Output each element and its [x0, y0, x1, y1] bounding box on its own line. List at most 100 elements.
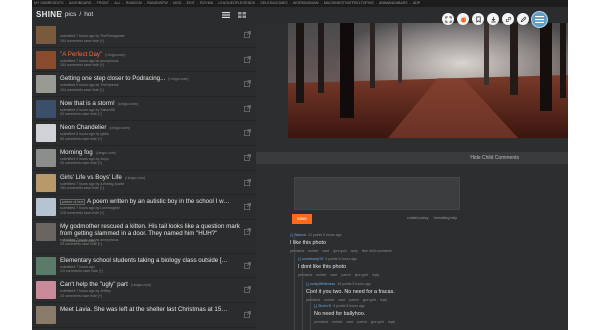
post-row[interactable]: My godmother rescued a kitten. His tail …	[32, 220, 256, 254]
external-link-icon[interactable]	[244, 286, 251, 294]
comment-action-permalink[interactable]: permalink	[314, 320, 328, 324]
post-actions[interactable]: 1/3 comments save hide [+]	[60, 269, 103, 273]
link-button[interactable]	[502, 13, 514, 25]
post-title[interactable]: Morning fog (i.imgur.com)	[60, 149, 230, 156]
external-link-icon[interactable]	[244, 261, 251, 269]
post-actions[interactable]: 53 comments save hide [+]	[60, 242, 102, 246]
post-title-text[interactable]: Now that is a storm!	[60, 100, 115, 107]
expand-button[interactable]	[442, 13, 454, 25]
post-thumbnail[interactable]	[36, 124, 56, 143]
external-link-icon[interactable]	[244, 154, 251, 161]
post-actions[interactable]: 194 comments save hide [+]	[60, 39, 104, 43]
post-thumbnail[interactable]	[36, 26, 56, 44]
comment-action-save[interactable]: save	[338, 298, 345, 302]
comment-action-reply[interactable]: reply	[351, 249, 358, 253]
post-title-text[interactable]: My godmother rescued a kitten. His tail …	[60, 223, 240, 237]
subreddit-bar-item[interactable]: LEAGUEOFLEGENDS	[218, 1, 255, 5]
post-row[interactable]: Meet Lavia. She was left at the shelter …	[32, 303, 256, 328]
post-row[interactable]: "A Perfect Day" (i.imgur.com) submitted 7 …	[32, 48, 256, 73]
post-actions[interactable]: 154 comments save hide [+]	[60, 88, 104, 92]
edit-button[interactable]	[517, 13, 529, 25]
comment-author[interactable]: [-] ShorLrD	[314, 304, 331, 308]
subreddit-bar-item[interactable]: ALL	[114, 1, 120, 5]
subreddit-bar-item[interactable]: WORKINGMAN	[293, 1, 319, 5]
breadcrumb-item-pics[interactable]: pics	[65, 11, 77, 18]
post-domain[interactable]: (i.imgur.com)	[125, 176, 145, 180]
post-actions[interactable]: 184 comments save hide [+]	[60, 186, 104, 190]
hide-child-comments-button[interactable]: Hide Child Comments	[256, 152, 568, 164]
post-row[interactable]: Morning fog (i.imgur.com) submitted 4 hour…	[32, 146, 256, 171]
post-actions[interactable]: 33 comments save hide [+]	[60, 161, 102, 165]
post-title-text[interactable]: Elementary school students taking a biol…	[60, 257, 230, 264]
post-actions[interactable]: 83 comments save hide [+]	[60, 137, 102, 141]
comment-action-save[interactable]: save	[330, 273, 337, 277]
post-thumbnail[interactable]	[36, 222, 56, 241]
post-title[interactable]: Getting one step closer to Podracing...(…	[60, 75, 230, 82]
external-link-icon[interactable]	[244, 129, 251, 137]
post-title-text[interactable]: Meet Lavia. She was left at the shelter …	[60, 306, 230, 313]
post-thumbnail[interactable]	[36, 198, 56, 217]
post-thumbnail[interactable]	[36, 256, 56, 275]
comment-action-reply[interactable]: reply	[372, 273, 379, 277]
subreddit-bar-item[interactable]: EDIT	[187, 1, 195, 5]
post-thumbnail[interactable]	[36, 173, 56, 192]
comment-author[interactable]: [-] Starlust	[290, 233, 306, 237]
subreddit-bar-item[interactable]: FRONT	[97, 1, 109, 5]
post-title-text[interactable]: Morning fog	[60, 149, 93, 156]
post-image[interactable]	[288, 23, 568, 138]
post-title[interactable]: "A Perfect Day" (i.imgur.com)	[60, 51, 230, 58]
post-title[interactable]: picture of text A poem written by an auti…	[60, 198, 230, 205]
post-domain[interactable]: (i.imgur.com)	[118, 102, 138, 106]
post-row[interactable]: Now that is a storm! (i.imgur.com) submitt…	[32, 97, 256, 122]
comment-action-give-gold[interactable]: give gold	[363, 298, 376, 302]
post-actions[interactable]: 218 comments save hide [+]	[60, 211, 104, 215]
comment-action-hide-child-comments[interactable]: hide child comments	[362, 249, 392, 253]
subreddit-bar-item[interactable]: ROYMA	[200, 1, 213, 5]
post-row[interactable]: Can't help the "ugly" part (i.imgur.com) s…	[32, 278, 256, 303]
post-thumbnail[interactable]	[36, 305, 56, 324]
post-actions[interactable]: 184 comments save hide [+]	[60, 63, 104, 67]
comment-action-save[interactable]: save	[322, 249, 329, 253]
external-link-icon[interactable]	[244, 311, 251, 318]
reply-textarea[interactable]	[294, 177, 460, 210]
comment-action-reply[interactable]: reply	[380, 298, 387, 302]
comment-action-permalink[interactable]: permalink	[306, 298, 320, 302]
download-button[interactable]	[487, 13, 499, 25]
comment-action-parent[interactable]: parent	[341, 273, 350, 277]
comment-action-embed[interactable]: embed	[308, 249, 318, 253]
comment-action-embed[interactable]: embed	[324, 298, 334, 302]
post-title-text[interactable]: Girls' Life vs Boys' Life	[60, 174, 122, 181]
menu-button[interactable]	[531, 11, 548, 28]
subreddit-bar-item[interactable]: MY SUBREDDITS	[34, 1, 64, 5]
reddit-button[interactable]	[457, 13, 469, 25]
save-button[interactable]: save	[292, 214, 312, 224]
comment-action-parent[interactable]: parent	[349, 298, 358, 302]
post-title[interactable]: Girls' Life vs Boys' Life (i.imgur.com)	[60, 174, 230, 181]
post-row[interactable]: Elementary school students taking a biol…	[32, 254, 256, 279]
content-policy-link[interactable]: content policy	[407, 216, 428, 220]
post-row[interactable]: Getting one step closer to Podracing...(…	[32, 72, 256, 97]
bookmark-button[interactable]	[472, 13, 484, 25]
post-title[interactable]: Meet Lavia. She was left at the shelter …	[60, 306, 230, 313]
external-link-icon[interactable]	[244, 203, 251, 211]
comment-action-give-gold[interactable]: give gold	[371, 320, 384, 324]
comment-action-embed[interactable]: embed	[332, 320, 342, 324]
subreddit-bar-item[interactable]: ANIMANDABASS	[379, 1, 408, 5]
post-title[interactable]: Neon Chandelier (i.imgur.com)	[60, 124, 230, 131]
formatting-help-link[interactable]: formatting help	[434, 216, 457, 220]
post-title-text[interactable]: Getting one step closer to Podracing...	[60, 75, 165, 82]
post-thumbnail[interactable]	[36, 99, 56, 118]
comment-action-permalink[interactable]: permalink	[298, 273, 312, 277]
subreddit-bar-item[interactable]: DASHBOARD	[69, 1, 92, 5]
post-thumbnail[interactable]	[36, 50, 56, 69]
subreddit-bar-item[interactable]: MACHINESTHATFEELTOPIHS	[324, 1, 374, 5]
comment-author[interactable]: [-] ruralyWhiteness	[306, 282, 335, 286]
list-view-icon[interactable]	[222, 12, 230, 18]
post-domain[interactable]: (i.imgur.com)	[168, 77, 188, 81]
post-row[interactable]: Girls' Life vs Boys' Life (i.imgur.com) su…	[32, 171, 256, 196]
post-title-text[interactable]: Can't help the "ugly" part	[60, 281, 128, 288]
post-title[interactable]: Now that is a storm! (i.imgur.com)	[60, 100, 230, 107]
post-domain[interactable]: (i.imgur.com)	[105, 53, 125, 57]
post-thumbnail[interactable]	[36, 75, 56, 94]
subreddit-bar-item[interactable]: MOD	[173, 1, 181, 5]
